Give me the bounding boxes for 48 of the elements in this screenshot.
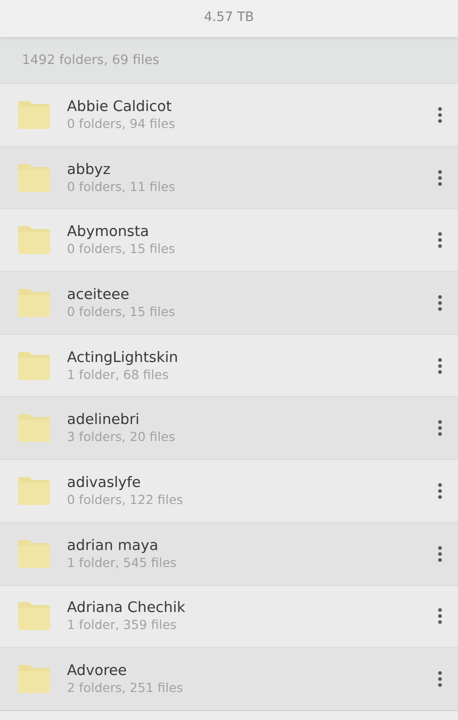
more-icon xyxy=(438,358,442,374)
more-icon xyxy=(438,106,442,123)
folder-icon xyxy=(17,100,50,129)
folder-info: 0 folders, 94 files xyxy=(67,116,176,131)
folder-info: 1 folder, 68 files xyxy=(67,366,170,382)
folder-name: abbyz xyxy=(67,162,112,178)
folder-icon xyxy=(17,414,50,442)
folder-info: 0 folders, 122 files xyxy=(67,492,184,507)
folder-icon xyxy=(17,602,50,630)
folder-info: 3 folders, 20 files xyxy=(67,429,176,444)
more-icon xyxy=(438,294,442,311)
more-icon xyxy=(438,482,442,499)
folder-info: 2 folders, 251 files xyxy=(67,680,184,696)
folder-name: Abbie Caldicot xyxy=(67,98,173,115)
more-icon xyxy=(438,608,442,624)
folder-row[interactable]: adelinebri 3 folders, 20 files xyxy=(0,396,458,460)
folder-info: 0 folders, 15 files xyxy=(67,304,176,319)
folder-row[interactable]: aceiteee 0 folders, 15 files xyxy=(0,271,458,334)
more-icon xyxy=(438,420,442,436)
folder-info: 1 folder, 545 files xyxy=(67,554,178,570)
storage-size: 4.57 TB xyxy=(204,10,254,25)
folder-icon xyxy=(17,540,50,568)
folder-name: Adriana Chechik xyxy=(67,600,186,616)
folder-icon xyxy=(17,226,50,254)
folder-icon xyxy=(17,288,50,317)
folder-name: adelinebri xyxy=(67,412,140,428)
folder-name: aceiteee xyxy=(67,286,130,303)
folder-name: ActingLightskin xyxy=(67,350,180,366)
folder-icon xyxy=(17,352,50,380)
folder-name: adivaslyfe xyxy=(67,474,142,491)
folder-row[interactable]: ActingLightskin 1 folder, 68 files xyxy=(0,334,458,396)
more-icon xyxy=(438,170,442,186)
more-icon xyxy=(438,232,442,248)
folder-info: 0 folders, 11 files xyxy=(67,178,176,194)
folder-name: adrian maya xyxy=(67,538,160,554)
folder-icon xyxy=(17,164,50,192)
folder-row[interactable]: adrian maya 1 folder, 545 files xyxy=(0,522,458,584)
folder-info: 1 folder, 359 files xyxy=(67,617,178,632)
folder-name: Abymonsta xyxy=(67,224,150,240)
folder-count: 1492 folders, 69 files xyxy=(22,52,160,68)
more-icon xyxy=(438,671,442,688)
folder-icon xyxy=(17,476,50,505)
folder-row[interactable]: abbyz 0 folders, 11 files xyxy=(0,146,458,208)
folder-icon xyxy=(17,665,50,694)
folder-name: Advoree xyxy=(67,663,128,680)
folder-row[interactable]: Advoree 2 folders, 251 files xyxy=(0,647,458,710)
folder-info: 0 folders, 15 files xyxy=(67,241,176,256)
more-icon xyxy=(438,546,442,562)
